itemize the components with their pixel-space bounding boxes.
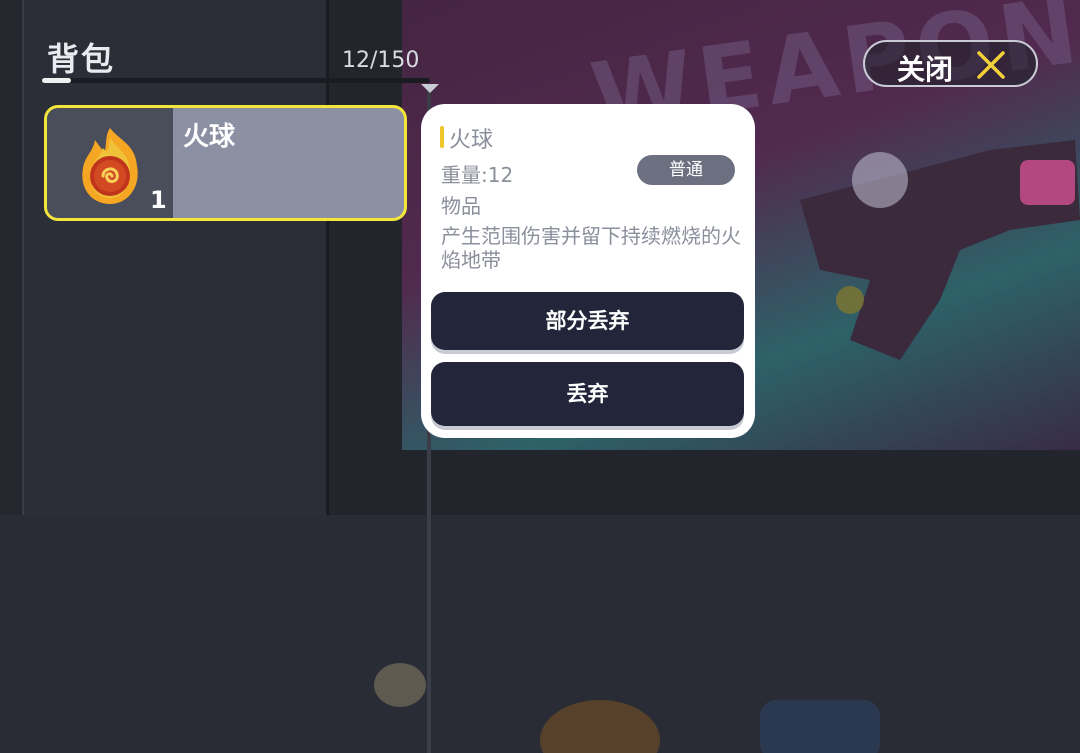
capacity-count: 12/150 <box>342 48 420 73</box>
rarity-badge: 普通 <box>637 155 735 185</box>
title-underline-active <box>42 78 71 83</box>
accent-bar <box>440 126 444 148</box>
background-gun-art <box>800 140 1080 360</box>
page-title: 背包 <box>47 40 116 78</box>
close-icon <box>977 51 1005 79</box>
partial-drop-button[interactable]: 部分丢弃 <box>431 292 744 350</box>
detail-item-name: 火球 <box>449 128 494 153</box>
background-props <box>374 663 880 753</box>
item-detail-card: 火球 重量:12 普通 物品 产生范围伤害并留下持续燃烧的火焰地带 部分丢弃 丢… <box>421 104 755 438</box>
detail-description: 产生范围伤害并留下持续燃烧的火焰地带 <box>441 224 741 272</box>
dropdown-marker-icon <box>421 84 439 93</box>
detail-weight: 重量:12 <box>441 163 514 187</box>
fireball-icon <box>82 128 138 204</box>
item-quantity: 1 <box>150 186 167 214</box>
slot-icon-area: 1 <box>47 108 173 218</box>
title-underline <box>42 78 430 83</box>
game-scene: WEAPON 背包 12/150 关闭 1 火球 火球 重量:12 普通 物品 … <box>0 0 1080 753</box>
drop-button[interactable]: 丢弃 <box>431 362 744 426</box>
inventory-slot[interactable]: 1 火球 <box>44 105 407 221</box>
close-button[interactable]: 关闭 <box>863 40 1038 87</box>
detail-type: 物品 <box>441 194 481 218</box>
close-label: 关闭 <box>897 53 954 86</box>
item-name: 火球 <box>183 122 236 152</box>
